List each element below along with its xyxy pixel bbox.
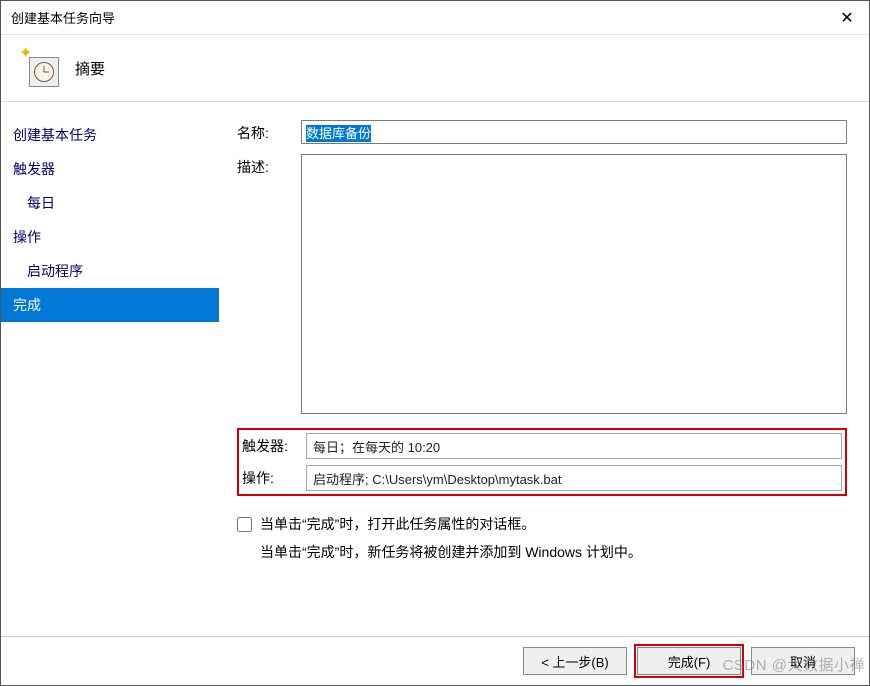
- sidebar-item-label: 完成: [13, 297, 41, 313]
- action-value: 启动程序; C:\Users\ym\Desktop\mytask.bat: [306, 465, 842, 491]
- titlebar: 创建基本任务向导 ✕: [1, 1, 869, 35]
- trigger-value: 每日；在每天的 10:20: [306, 433, 842, 459]
- sidebar-item-label: 操作: [13, 229, 41, 245]
- page-title: 摘要: [75, 58, 105, 79]
- sidebar-item-label: 创建基本任务: [13, 127, 97, 143]
- sidebar-item-label: 每日: [27, 195, 55, 211]
- open-properties-row: 当单击“完成”时，打开此任务属性的对话框。: [237, 514, 847, 534]
- close-button[interactable]: ✕: [825, 1, 869, 34]
- summary-highlight-box: 触发器: 每日；在每天的 10:20 操作: 启动程序; C:\Users\ym…: [237, 428, 847, 496]
- name-row: 名称: 数据库备份: [237, 120, 847, 144]
- name-input[interactable]: 数据库备份: [301, 120, 847, 144]
- sidebar-item-label: 触发器: [13, 161, 55, 177]
- sidebar-item-trigger[interactable]: 触发器: [1, 152, 219, 186]
- wizard-main: 名称: 数据库备份 描述: 触发器: 每日；在每天的 10:20 操作: 启动程…: [219, 102, 869, 636]
- name-input-value: 数据库备份: [306, 125, 371, 142]
- window-title: 创建基本任务向导: [11, 8, 115, 27]
- sidebar-item-create-task[interactable]: 创建基本任务: [1, 118, 219, 152]
- clock-icon: [29, 57, 59, 87]
- action-row: 操作: 启动程序; C:\Users\ym\Desktop\mytask.bat: [242, 465, 842, 491]
- trigger-row: 触发器: 每日；在每天的 10:20: [242, 433, 842, 459]
- wizard-footer: < 上一步(B) 完成(F) 取消 CSDN @大数据小禅: [1, 636, 869, 685]
- wizard-icon: ✦: [21, 49, 59, 87]
- sidebar-item-label: 启动程序: [27, 263, 83, 279]
- wizard-sidebar: 创建基本任务 触发器 每日 操作 启动程序 完成: [1, 102, 219, 636]
- back-button[interactable]: < 上一步(B): [523, 647, 627, 675]
- sparkle-icon: ✦: [19, 47, 33, 61]
- desc-label: 描述:: [237, 154, 301, 177]
- desc-textarea[interactable]: [301, 154, 847, 414]
- wizard-header: ✦ 摘要: [1, 35, 869, 102]
- cancel-button[interactable]: 取消: [751, 647, 855, 675]
- wizard-body: 创建基本任务 触发器 每日 操作 启动程序 完成 名称: 数据库备份 描述: 触…: [1, 102, 869, 636]
- action-label: 操作:: [242, 465, 306, 488]
- sidebar-item-finish[interactable]: 完成: [1, 288, 219, 322]
- finish-note: 当单击“完成”时，新任务将被创建并添加到 Windows 计划中。: [260, 542, 847, 562]
- open-properties-checkbox[interactable]: [237, 517, 252, 532]
- name-label: 名称:: [237, 120, 301, 143]
- trigger-label: 触发器:: [242, 433, 306, 456]
- open-properties-label: 当单击“完成”时，打开此任务属性的对话框。: [260, 514, 535, 534]
- desc-row: 描述:: [237, 154, 847, 414]
- finish-button[interactable]: 完成(F): [637, 647, 741, 675]
- sidebar-item-start-program[interactable]: 启动程序: [1, 254, 219, 288]
- wizard-window: 创建基本任务向导 ✕ ✦ 摘要 创建基本任务 触发器 每日 操作 启动程序 完成…: [0, 0, 870, 686]
- sidebar-item-action[interactable]: 操作: [1, 220, 219, 254]
- close-icon: ✕: [840, 8, 853, 28]
- sidebar-item-daily[interactable]: 每日: [1, 186, 219, 220]
